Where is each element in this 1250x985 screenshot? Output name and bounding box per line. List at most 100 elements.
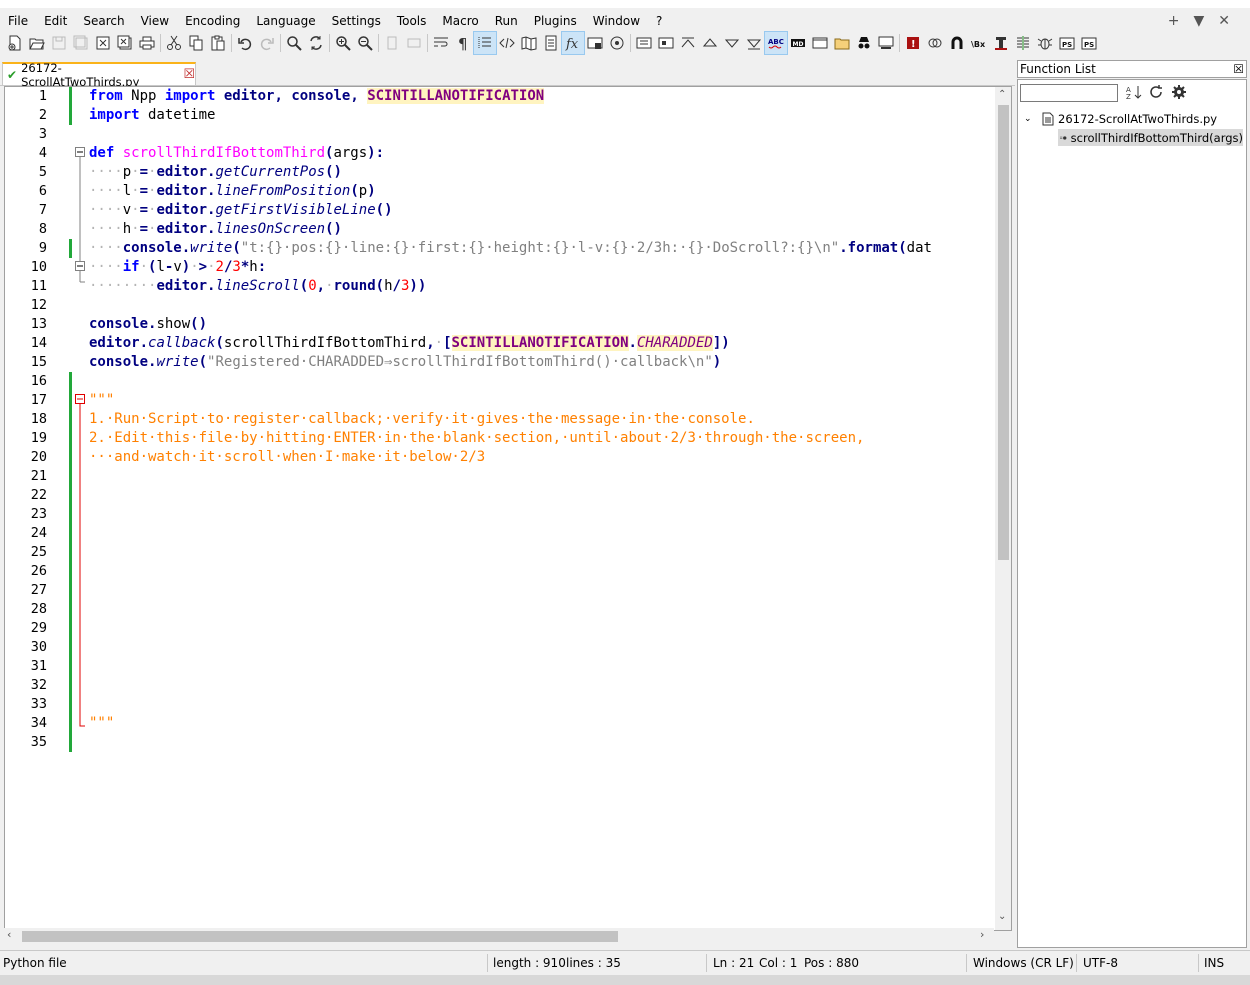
function-list-search-input[interactable] <box>1020 84 1118 102</box>
scroll-down-icon[interactable]: ⌄ <box>998 911 1006 922</box>
stop-red-icon[interactable]: ! <box>902 32 924 54</box>
tab-close-icon[interactable]: ☒ <box>183 67 195 82</box>
settings-gear-icon[interactable] <box>1171 84 1187 103</box>
menu-edit[interactable]: Edit <box>36 10 75 32</box>
zoom-in-icon[interactable] <box>332 32 354 54</box>
menu-window[interactable]: Window <box>585 10 648 32</box>
tree-file-node[interactable]: ⌄ 26172-ScrollAtTwoThirds.py <box>1018 110 1244 128</box>
status-insert-mode[interactable]: INS <box>1204 951 1224 975</box>
function-list-close-icon[interactable]: ☒ <box>1233 61 1244 77</box>
status-eol[interactable]: Windows (CR LF) <box>973 951 1074 975</box>
monitoring-icon[interactable] <box>606 32 628 54</box>
zoom-out-icon[interactable] <box>354 32 376 54</box>
tower-icon[interactable] <box>990 32 1012 54</box>
scroll-up-icon[interactable]: ⌃ <box>998 89 1006 100</box>
code-line[interactable]: ····if·(l-v)·>·2/3*h: <box>89 259 266 275</box>
indent-guide-icon[interactable] <box>473 31 497 55</box>
code-line[interactable]: ····console.write("t:{}·pos:{}·line:{}·f… <box>89 240 932 256</box>
code-line[interactable]: def scrollThirdIfBottomThird(args): <box>89 145 384 161</box>
expand-chevron-icon[interactable]: ⌄ <box>1024 114 1038 124</box>
code-line[interactable]: ···and·watch·it·scroll·when·I·make·it·be… <box>89 449 485 465</box>
markdown-icon[interactable]: MD <box>787 32 809 54</box>
document-map-icon[interactable] <box>518 32 540 54</box>
menu-language[interactable]: Language <box>248 10 323 32</box>
document-list-icon[interactable] <box>540 32 562 54</box>
find-icon[interactable] <box>283 32 305 54</box>
paste-icon[interactable] <box>207 32 229 54</box>
python-script-icon[interactable]: PS <box>1078 32 1100 54</box>
code-line[interactable]: ····p·=·editor.getCurrentPos() <box>89 164 342 180</box>
save-icon[interactable] <box>48 32 70 54</box>
menu-search[interactable]: Search <box>75 10 132 32</box>
ps-script-icon[interactable]: PS <box>1056 32 1078 54</box>
code-line[interactable]: """ <box>89 392 114 408</box>
code-line[interactable]: import datetime <box>89 107 215 123</box>
code-area[interactable]: from Npp import editor, console, SCINTIL… <box>89 87 995 930</box>
compare-icon[interactable] <box>924 32 946 54</box>
folder-workspace-icon[interactable] <box>584 32 606 54</box>
macro-record-icon[interactable] <box>633 32 655 54</box>
vertical-scroll-thumb[interactable] <box>998 105 1009 560</box>
tree-function-node[interactable]: scrollThirdIfBottomThird(args) <box>1058 129 1243 146</box>
tab-document[interactable]: ✔ 26172-ScrollAtTwoThirds.py ☒ <box>2 61 196 89</box>
cascade-icon[interactable] <box>875 32 897 54</box>
close-icon[interactable] <box>92 32 114 54</box>
macro-up-icon[interactable] <box>699 32 721 54</box>
code-line[interactable]: console.write("Registered·CHARADDED⇒scro… <box>89 354 721 370</box>
undo-icon[interactable] <box>234 32 256 54</box>
scroll-right-icon[interactable]: › <box>980 928 984 941</box>
editor[interactable]: 1 2 3 4 5 6 7 8 9 10 11 12 13 14 15 16 17 18 19 20 21 22 23 24 2… <box>4 86 1012 931</box>
close-doc-icon[interactable]: ✕ <box>1218 13 1230 29</box>
reload-icon[interactable] <box>1148 84 1164 103</box>
menu-help[interactable]: ? <box>648 10 670 32</box>
menu-file[interactable]: File <box>0 10 36 32</box>
sync-horizontal-icon[interactable] <box>403 32 425 54</box>
horizontal-scroll-thumb[interactable] <box>22 931 618 942</box>
code-line[interactable]: editor.callback(scrollThirdIfBottomThird… <box>89 335 730 351</box>
columns-icon[interactable] <box>1012 32 1034 54</box>
code-line[interactable]: console.show() <box>89 316 207 332</box>
regex-icon[interactable]: \Bx <box>968 32 990 54</box>
macro-stop-icon[interactable] <box>655 32 677 54</box>
save-all-icon[interactable] <box>70 32 92 54</box>
scroll-left-icon[interactable]: ‹ <box>7 928 11 941</box>
code-line[interactable]: ····h·=·editor.linesOnScreen() <box>89 221 342 237</box>
replace-icon[interactable] <box>305 32 327 54</box>
new-file-icon[interactable] <box>4 32 26 54</box>
code-line[interactable]: 2.·Edit·this·file·by·hitting·ENTER·in·th… <box>89 430 864 446</box>
menu-macro[interactable]: Macro <box>434 10 486 32</box>
vertical-scrollbar[interactable]: ⌃ ⌄ <box>995 87 1011 930</box>
horseshoe-icon[interactable] <box>946 32 968 54</box>
new-tab-plus-icon[interactable]: + <box>1168 13 1180 29</box>
menu-run[interactable]: Run <box>487 10 526 32</box>
macro-down-icon[interactable] <box>721 32 743 54</box>
spellcheck-icon[interactable]: ABC <box>764 31 788 55</box>
menu-settings[interactable]: Settings <box>324 10 389 32</box>
tab-list-down-icon[interactable]: ▼ <box>1193 13 1204 29</box>
menu-plugins[interactable]: Plugins <box>526 10 585 32</box>
show-all-chars-icon[interactable]: ¶ <box>452 32 474 54</box>
code-line[interactable]: ····l·=·editor.lineFromPosition(p) <box>89 183 376 199</box>
print-icon[interactable] <box>136 32 158 54</box>
bug-icon[interactable] <box>1034 32 1056 54</box>
cut-icon[interactable] <box>163 32 185 54</box>
redo-icon[interactable] <box>256 32 278 54</box>
status-encoding[interactable]: UTF-8 <box>1083 951 1118 975</box>
window-icon[interactable] <box>809 32 831 54</box>
sort-alpha-icon[interactable]: AZ <box>1126 84 1142 103</box>
code-line[interactable]: 1.·Run·Script·to·register·callback;·veri… <box>89 411 755 427</box>
copy-icon[interactable] <box>185 32 207 54</box>
code-line[interactable]: """ <box>89 715 114 731</box>
xml-tag-icon[interactable] <box>496 32 518 54</box>
macro-save-icon[interactable] <box>743 32 765 54</box>
word-wrap-icon[interactable] <box>430 32 452 54</box>
horizontal-scrollbar[interactable]: ‹ › <box>4 928 994 944</box>
sync-vertical-icon[interactable] <box>381 32 403 54</box>
folder-image-icon[interactable] <box>831 32 853 54</box>
macro-play-icon[interactable] <box>677 32 699 54</box>
function-list-icon[interactable]: fx <box>561 31 585 55</box>
menu-encoding[interactable]: Encoding <box>177 10 248 32</box>
menu-view[interactable]: View <box>133 10 177 32</box>
close-all-icon[interactable] <box>114 32 136 54</box>
spy-icon[interactable] <box>853 32 875 54</box>
